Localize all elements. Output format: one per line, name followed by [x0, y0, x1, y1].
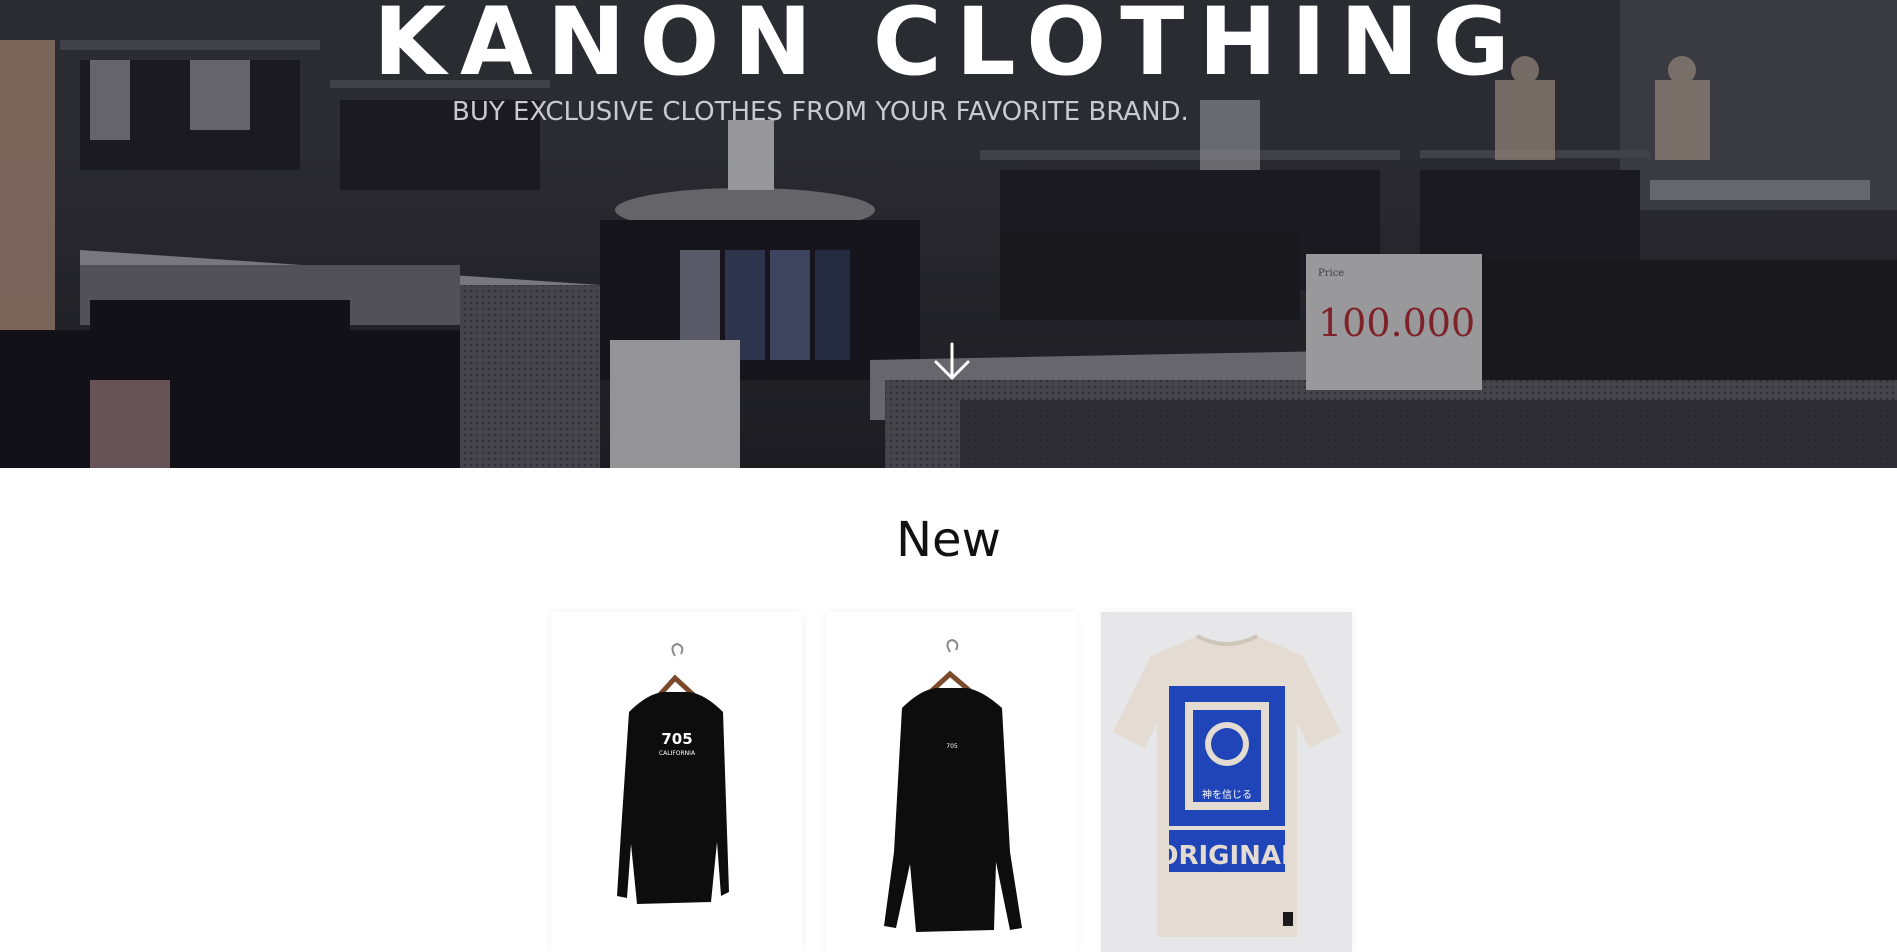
product-print-number: 705	[946, 743, 958, 750]
product-card[interactable]: 神を信じる ORIGINAL	[1101, 612, 1352, 952]
product-print-text: CALIFORNIA	[659, 750, 696, 757]
product-image: 神を信じる ORIGINAL	[1101, 612, 1352, 952]
product-card[interactable]: 705 CALIFORNIA	[551, 612, 802, 952]
arrow-down-icon	[934, 342, 970, 380]
brand-title: KANON CLOTHING	[373, 0, 1524, 97]
product-image: 705 CALIFORNIA	[551, 612, 802, 952]
product-card[interactable]: 705	[826, 612, 1077, 952]
product-print-number: 705	[661, 730, 692, 748]
section-title-new: New	[896, 512, 1001, 568]
hero-banner: Price 100.000 KANON CLOTHING BUY EXCLUSI…	[0, 0, 1897, 468]
product-print-text: ORIGINAL	[1156, 841, 1297, 871]
product-print-subtext: 神を信じる	[1202, 788, 1252, 801]
product-grid: 705 CALIFORNIA 705 神を信じる ORIGINAL	[551, 612, 1352, 952]
scroll-down-button[interactable]	[932, 340, 972, 384]
product-image: 705	[826, 612, 1077, 952]
hero-subtitle: BUY EXCLUSIVE CLOTHES FROM YOUR FAVORITE…	[452, 97, 1189, 127]
